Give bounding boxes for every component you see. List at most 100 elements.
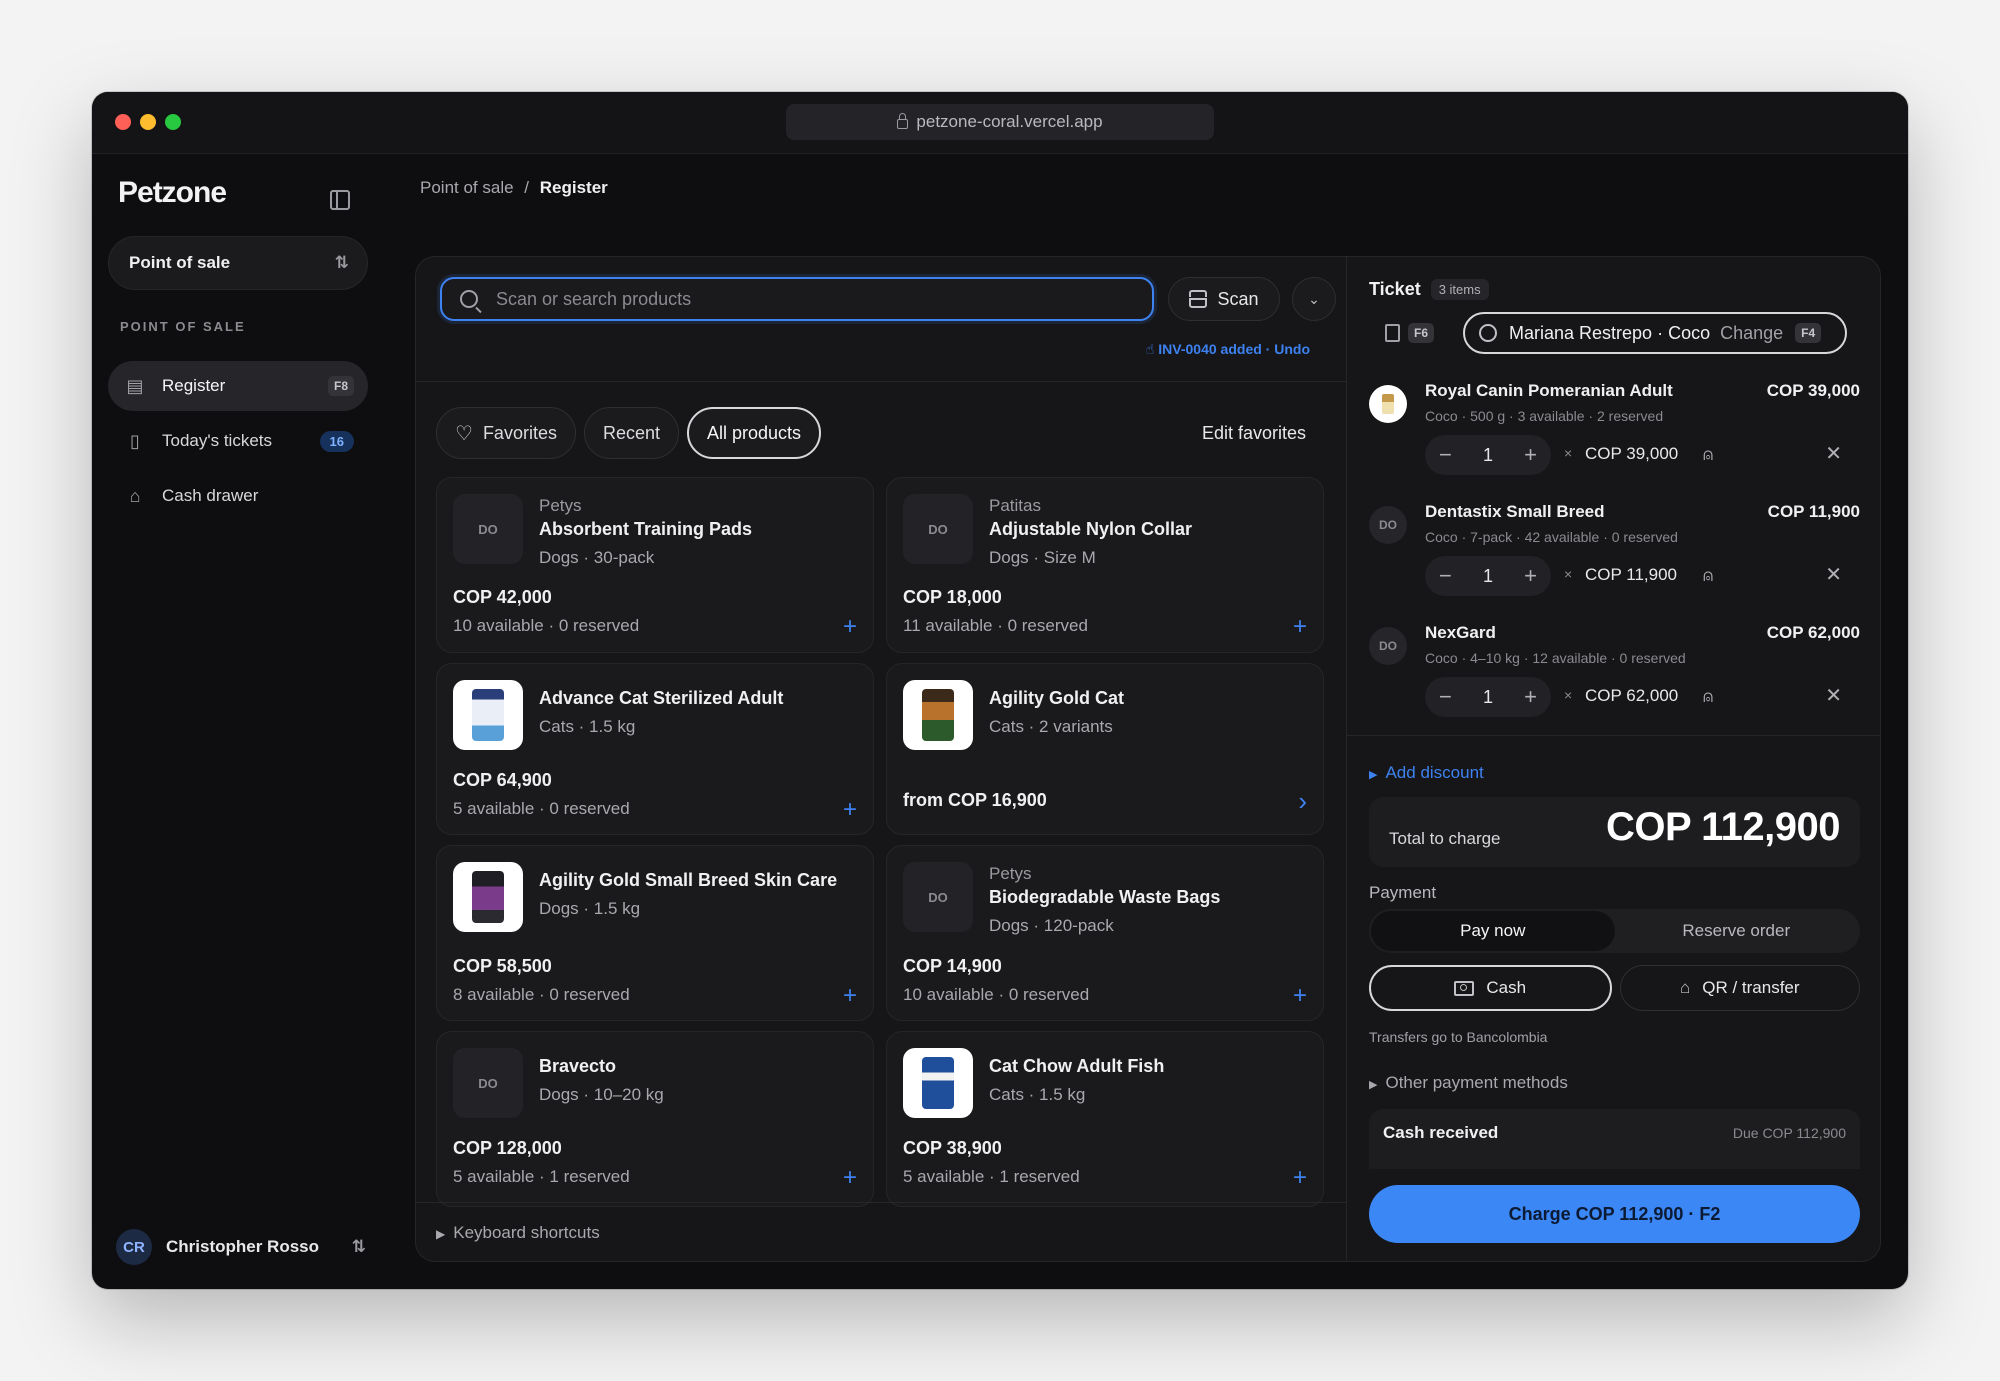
sidebar-item-register[interactable]: ▤ Register F8 <box>108 361 368 411</box>
breadcrumb-parent[interactable]: Point of sale <box>420 178 514 197</box>
product-card[interactable]: Advance Cat Sterilized Adult Cats · 1.5 … <box>436 663 874 835</box>
tab-recent[interactable]: Recent <box>583 407 680 459</box>
product-card[interactable]: DO Bravecto Dogs · 10–20 kg COP 128,000 … <box>436 1031 874 1207</box>
ticket-line-item: Royal Canin Pomeranian Adult COP 39,000 … <box>1369 381 1860 491</box>
product-card[interactable]: DO Patitas Adjustable Nylon Collar Dogs … <box>886 477 1324 653</box>
product-subtitle: Cats · 1.5 kg <box>989 1085 1086 1104</box>
product-subtitle: Dogs · 120-pack <box>989 916 1114 935</box>
workspace-switcher[interactable]: Point of sale ⇅ <box>108 236 368 290</box>
line-item-meta: Coco · 500 g · 3 available · 2 reserved <box>1425 408 1664 424</box>
product-card[interactable]: Agility Gold Small Breed Skin Care Dogs … <box>436 845 874 1021</box>
remove-line-button[interactable]: ✕ <box>1825 562 1842 587</box>
sidebar-item-label: Today's tickets <box>162 431 273 450</box>
unit-price[interactable]: COP 62,000 <box>1585 686 1678 706</box>
search-input[interactable] <box>494 287 1098 311</box>
product-thumbnail: DO <box>903 862 973 932</box>
add-to-ticket-button[interactable]: + <box>843 798 857 822</box>
cash-method-button[interactable]: Cash <box>1369 965 1612 1011</box>
product-card[interactable]: DO Petys Absorbent Training Pads Dogs · … <box>436 477 874 653</box>
add-to-ticket-button[interactable]: + <box>843 615 857 639</box>
sidebar-item-label: Cash drawer <box>162 486 259 505</box>
add-to-ticket-button[interactable]: + <box>843 1166 857 1190</box>
increase-quantity-button[interactable]: + <box>1524 563 1537 589</box>
browser-titlebar: petzone-coral.vercel.app <box>92 92 1908 154</box>
product-card[interactable]: DO Petys Biodegradable Waste Bags Dogs ·… <box>886 845 1324 1021</box>
product-card[interactable]: Agility Gold Cat Cats · 2 variants from … <box>886 663 1324 835</box>
price-tag-icon[interactable]: ⍝ <box>1703 687 1713 707</box>
ticket-header: Ticket 3 items <box>1369 279 1489 300</box>
search-options-button[interactable]: ⌄ <box>1292 277 1336 321</box>
add-to-ticket-button[interactable]: + <box>1293 984 1307 1008</box>
product-price: COP 18,000 <box>903 587 1002 607</box>
breadcrumb: Point of sale / Register <box>420 178 608 198</box>
divider <box>416 1202 1346 1203</box>
product-card[interactable]: Cat Chow Adult Fish Cats · 1.5 kg COP 38… <box>886 1031 1324 1207</box>
price-tag-icon[interactable]: ⍝ <box>1703 445 1713 465</box>
line-item-image <box>1369 385 1407 423</box>
remove-line-button[interactable]: ✕ <box>1825 441 1842 466</box>
address-bar[interactable]: petzone-coral.vercel.app <box>786 104 1214 140</box>
tickets-count-badge: 16 <box>319 430 354 452</box>
tab-label: All products <box>707 422 802 443</box>
print-receipt-button[interactable]: F6 <box>1385 323 1435 343</box>
product-stock: 5 available · 1 reserved <box>453 1167 630 1186</box>
product-tabs: ♡ Favorites Recent All products <box>436 407 822 459</box>
ticket-pane: Ticket 3 items F6 Mariana Restrepo · Coc… <box>1347 257 1880 1261</box>
add-to-ticket-button[interactable]: + <box>1293 615 1307 639</box>
edit-favorites-button[interactable]: Edit favorites <box>1202 423 1306 444</box>
undo-notice[interactable]: ☝ INV-0040 added · Undo <box>1146 341 1310 358</box>
decrease-quantity-button[interactable]: − <box>1439 684 1452 710</box>
add-discount-toggle[interactable]: ▶ Add discount <box>1369 763 1484 783</box>
pay-now-option[interactable]: Pay now <box>1371 911 1615 951</box>
scan-button[interactable]: Scan <box>1168 277 1280 321</box>
change-customer-link[interactable]: Change <box>1720 323 1783 344</box>
minimize-window-button[interactable] <box>140 114 156 130</box>
customer-selector[interactable]: Mariana Restrepo · Coco Change F4 <box>1463 312 1847 354</box>
price-tag-icon[interactable]: ⍝ <box>1703 566 1713 586</box>
product-package-icon <box>922 689 954 741</box>
search-box[interactable] <box>440 277 1154 321</box>
product-stock: 11 available · 0 reserved <box>903 616 1088 635</box>
receipt-icon: ▯ <box>130 430 140 451</box>
total-value: COP 112,900 <box>1606 805 1840 849</box>
maximize-window-button[interactable] <box>165 114 181 130</box>
sidebar-toggle-icon[interactable] <box>330 190 350 210</box>
qr-transfer-method-button[interactable]: ⌂ QR / transfer <box>1619 965 1860 1011</box>
add-to-ticket-button[interactable]: + <box>1293 1166 1307 1190</box>
quantity-value[interactable]: 1 <box>1483 445 1493 466</box>
sidebar-item-cash-drawer[interactable]: ⌂ Cash drawer <box>108 471 368 521</box>
scan-icon <box>1187 290 1210 308</box>
sidebar: Petzone Point of sale ⇅ POINT OF SALE ▤ … <box>92 154 392 1289</box>
times-icon: × <box>1564 687 1573 703</box>
shortcut-badge: F8 <box>327 376 354 396</box>
quantity-value[interactable]: 1 <box>1483 687 1493 708</box>
product-price: COP 38,900 <box>903 1138 1002 1158</box>
unit-price[interactable]: COP 39,000 <box>1585 444 1678 464</box>
add-to-ticket-button[interactable]: + <box>843 984 857 1008</box>
chevron-right-icon[interactable]: › <box>1298 788 1307 814</box>
keyboard-shortcuts-toggle[interactable]: ▶ Keyboard shortcuts <box>436 1223 600 1243</box>
increase-quantity-button[interactable]: + <box>1524 442 1537 468</box>
tab-all-products[interactable]: All products <box>687 407 822 459</box>
charge-button[interactable]: Charge COP 112,900 · F2 <box>1369 1185 1860 1243</box>
decrease-quantity-button[interactable]: − <box>1439 563 1452 589</box>
close-window-button[interactable] <box>115 114 131 130</box>
line-item-name: NexGard <box>1425 623 1496 642</box>
other-payment-methods-toggle[interactable]: ▶ Other payment methods <box>1369 1073 1568 1093</box>
reserve-order-option[interactable]: Reserve order <box>1615 911 1859 951</box>
product-image <box>903 1048 973 1118</box>
product-brand: Petys <box>539 496 582 515</box>
brand-logo[interactable]: Petzone <box>118 176 227 210</box>
remove-line-button[interactable]: ✕ <box>1825 683 1842 708</box>
increase-quantity-button[interactable]: + <box>1524 684 1537 710</box>
user-menu[interactable]: CR Christopher Rosso ⇅ <box>116 1227 366 1267</box>
tab-favorites[interactable]: ♡ Favorites <box>436 407 576 459</box>
unit-price[interactable]: COP 11,900 <box>1585 565 1677 585</box>
quantity-value[interactable]: 1 <box>1483 566 1493 587</box>
shortcut-badge: F4 <box>1795 323 1822 343</box>
product-stock: 8 available · 0 reserved <box>453 985 630 1004</box>
sidebar-item-todays-tickets[interactable]: ▯ Today's tickets 16 <box>108 416 368 466</box>
decrease-quantity-button[interactable]: − <box>1439 442 1452 468</box>
product-package-icon <box>472 689 504 741</box>
tab-label: Favorites <box>482 422 557 443</box>
